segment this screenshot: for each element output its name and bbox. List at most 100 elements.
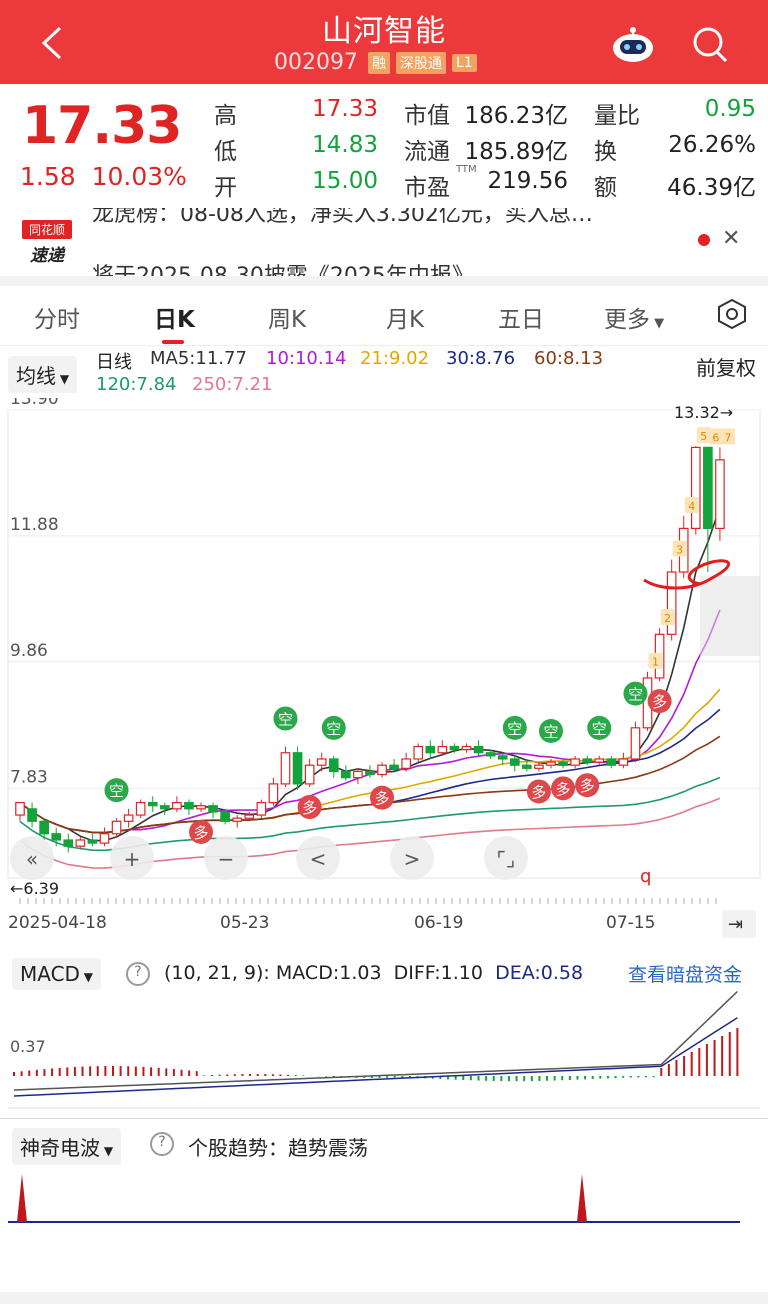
candle-body <box>570 758 580 766</box>
candle-body <box>27 808 37 822</box>
candle-body <box>606 758 617 766</box>
candle-body <box>389 764 399 769</box>
tab-monthly-k[interactable]: 月K <box>386 300 424 334</box>
candle-body <box>715 459 725 530</box>
x-tick-label: 2025-04-18 <box>8 913 107 933</box>
ma5-value: MA5:11.77 <box>150 348 247 369</box>
tab-more[interactable]: 更多 ▼ <box>604 300 664 334</box>
candle-body <box>147 801 158 807</box>
value-low: 14.83 <box>312 132 378 158</box>
zoom-control-label-plus[interactable]: + <box>124 847 141 871</box>
candle-body <box>292 752 303 785</box>
macd-y-tick: 0.37 <box>10 1037 46 1056</box>
label-amount: 额 <box>594 175 617 201</box>
candle-body <box>341 770 351 779</box>
adjust-toggle[interactable]: 前复权 <box>696 352 756 381</box>
candle-body <box>558 761 568 766</box>
candle-body <box>75 839 86 847</box>
chevron-down-icon: ▼ <box>650 316 665 331</box>
news-logo-icon: 同花顺 速递 <box>22 220 72 266</box>
search-icon[interactable] <box>690 22 730 66</box>
x-tick-label: 07-15 <box>606 913 655 933</box>
assistant-robot-icon[interactable] <box>610 24 656 64</box>
candle-body <box>196 805 206 810</box>
news-line-1[interactable]: 龙虎榜：08-08入选，净买入3.302亿元，买入总… <box>92 208 593 228</box>
close-icon[interactable]: ✕ <box>722 226 740 251</box>
candle-body <box>15 801 25 816</box>
label-low: 低 <box>214 139 237 165</box>
buy-signal-label: 多 <box>652 693 667 711</box>
candle-body <box>365 770 375 776</box>
divider <box>0 276 768 286</box>
label-mktcap: 市值 <box>404 103 450 129</box>
chevron-down-icon: ▼ <box>100 1144 114 1158</box>
buy-signal-label: 多 <box>580 777 595 795</box>
chevron-down-icon: ▼ <box>79 970 93 984</box>
tab-weekly-k[interactable]: 周K <box>268 300 306 334</box>
y-tick-label: 9.86 <box>10 641 48 661</box>
ma30-value: 30:8.76 <box>446 348 516 369</box>
limit-up-count: 3 <box>676 544 683 557</box>
buy-signal-label: 多 <box>531 783 546 801</box>
trend-text: 个股趋势：趋势震荡 <box>188 1136 368 1160</box>
wave-chart <box>8 1174 740 1223</box>
macd-select[interactable]: MACD ▼ <box>12 958 101 990</box>
candle-body <box>353 770 363 779</box>
last-price: 17.33 <box>22 96 182 156</box>
zoom-control-label-fit[interactable]: ⌜⌟ <box>497 847 516 871</box>
candle-body <box>618 758 629 766</box>
candle-body <box>172 801 182 810</box>
sell-signal-label: 空 <box>592 720 607 738</box>
y-tick-label: 11.88 <box>10 515 59 535</box>
ma-period-label: 日线 <box>96 352 132 373</box>
indicator-select[interactable]: 均线 ▼ <box>8 356 78 393</box>
news-ticker[interactable]: 龙虎榜：08-08入选，净买入3.302亿元，买入总… 将于2025-08-30… <box>0 208 768 276</box>
news-line-2[interactable]: 将于2025-08-30披露《2025年中报》 <box>92 258 474 276</box>
stock-code-row: 002097 融 深股通 L1 <box>274 50 477 75</box>
wave-spike <box>577 1174 587 1222</box>
stock-code: 002097 <box>274 50 358 75</box>
value-high: 17.33 <box>312 96 378 122</box>
divider <box>0 1118 768 1119</box>
buy-signal-label: 多 <box>375 790 390 808</box>
tab-daily-k[interactable]: 日K <box>154 300 195 334</box>
zoom-control-label-prev[interactable]: < <box>310 847 327 871</box>
tab-intraday[interactable]: 分时 <box>34 300 80 334</box>
limit-up-count: 2 <box>664 612 671 625</box>
buy-signal-label: 多 <box>194 824 209 842</box>
candle-body <box>473 745 484 754</box>
ma-legend-row: 均线 ▼ 日线 MA5:11.77 10:10.14 21:9.02 30:8.… <box>0 346 768 398</box>
zoom-control-label-minus[interactable]: − <box>218 847 235 871</box>
candle-body <box>582 758 593 763</box>
zoom-control-label-next[interactable]: > <box>404 847 421 871</box>
candle-body <box>304 764 315 785</box>
buy-signal-label: 多 <box>556 780 571 798</box>
value-amount: 46.39亿 <box>667 175 756 201</box>
settings-hexagon-icon[interactable] <box>716 298 748 330</box>
candle-body <box>377 764 387 776</box>
label-float: 流通 <box>404 139 450 165</box>
dark-pool-link[interactable]: 查看暗盘资金 <box>628 960 742 987</box>
candle-body <box>232 817 243 822</box>
sell-signal-label: 空 <box>543 723 558 741</box>
candle-body <box>51 833 62 841</box>
ma60-value: 60:8.13 <box>534 348 604 369</box>
tag-level: L1 <box>451 53 477 72</box>
event-marker: q <box>640 866 651 887</box>
candle-body <box>594 758 605 763</box>
candle-body <box>509 758 520 766</box>
tab-five-day[interactable]: 五日 <box>498 300 544 334</box>
help-icon[interactable]: ? <box>126 962 150 986</box>
candle-body <box>413 745 424 760</box>
candle-body <box>497 755 508 760</box>
ma250-value: 250:7.21 <box>192 374 273 395</box>
help-icon[interactable]: ? <box>150 1132 174 1156</box>
sell-signal-label: 空 <box>507 720 522 738</box>
kline-chart[interactable]: 13.9011.889.867.83空空空空空空空多多多多多多多12345 6 71… <box>0 398 768 942</box>
value-pe: 219.56 <box>487 168 568 194</box>
dea-line <box>13 1017 738 1097</box>
zoom-control-label-left2[interactable]: « <box>26 847 38 871</box>
candle-body <box>159 805 170 810</box>
sell-signal-label: 空 <box>109 782 124 800</box>
label-volratio: 量比 <box>594 103 640 129</box>
